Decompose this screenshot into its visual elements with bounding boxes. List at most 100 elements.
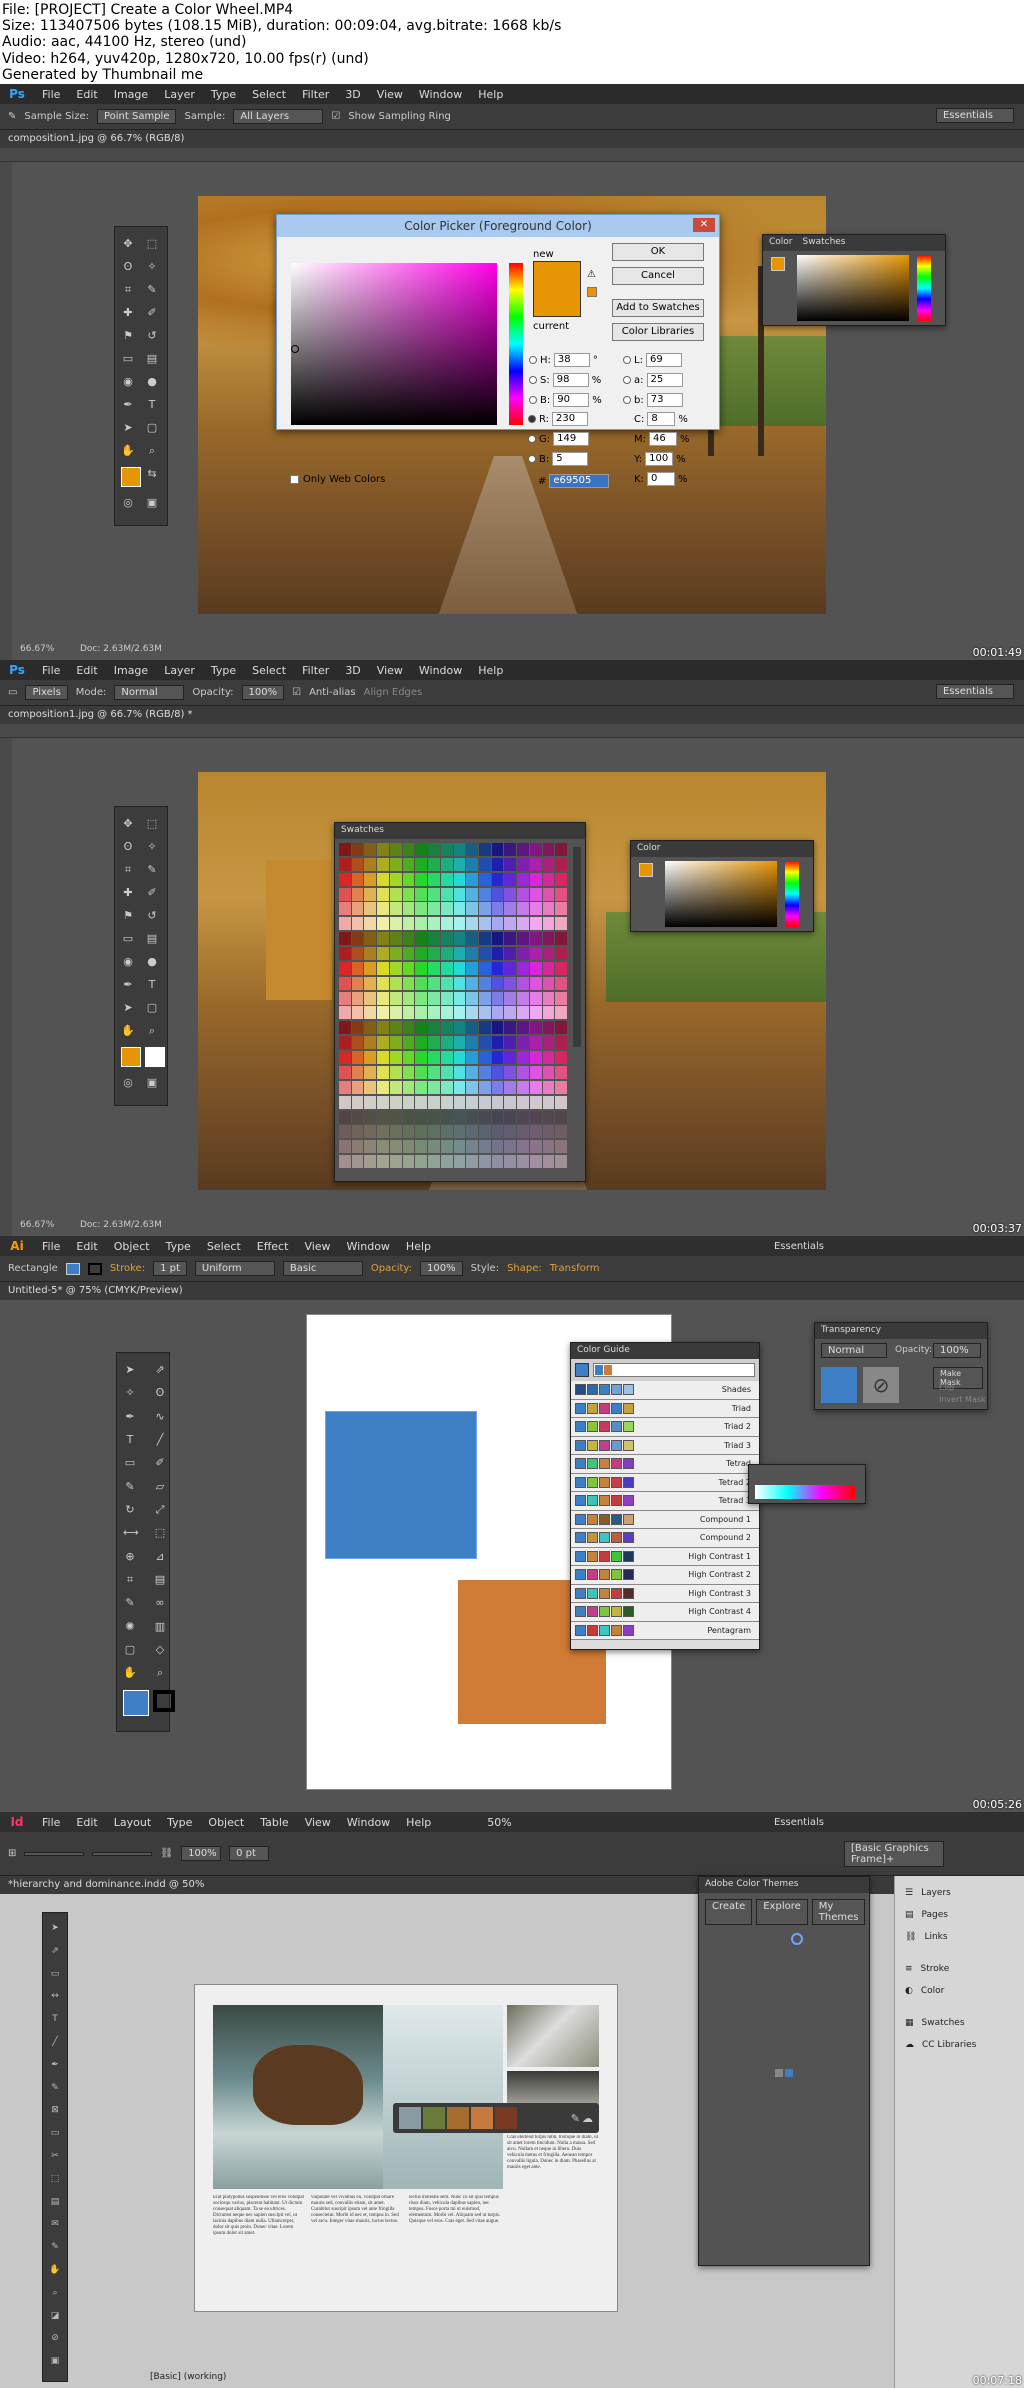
cancel-button[interactable]: Cancel xyxy=(612,267,704,285)
harmony-swatch[interactable] xyxy=(611,1458,622,1470)
zoom-level[interactable]: 50% xyxy=(479,1816,519,1829)
swatch-cell[interactable] xyxy=(491,1021,504,1035)
swatch-cell[interactable] xyxy=(517,932,529,946)
swatch-cell[interactable] xyxy=(351,872,364,886)
blue-input[interactable]: 5 xyxy=(552,452,589,466)
cyan-input[interactable]: 8 xyxy=(647,412,676,426)
panel-hue-slider[interactable] xyxy=(917,255,931,321)
harmony-swatch[interactable] xyxy=(587,1458,598,1470)
harmony-rule-row[interactable]: Triad 3 xyxy=(571,1436,759,1455)
zoom-tool-icon[interactable]: ⌕ xyxy=(145,444,159,458)
swatch-cell[interactable] xyxy=(542,857,555,871)
swatch-cell[interactable] xyxy=(364,1110,377,1124)
swatch-cell[interactable] xyxy=(377,1095,389,1109)
hand-tool-icon[interactable]: ✋ xyxy=(48,2263,62,2277)
swatch-cell[interactable] xyxy=(504,932,517,946)
move-tool-icon[interactable]: ✥ xyxy=(121,817,135,831)
swatch-cell[interactable] xyxy=(542,1095,555,1109)
harmony-swatch[interactable] xyxy=(575,1569,586,1581)
swatches-tab[interactable]: Swatches xyxy=(803,237,846,249)
harmony-swatch[interactable] xyxy=(599,1495,610,1507)
swatch-cell[interactable] xyxy=(339,1051,351,1065)
swatch-cell[interactable] xyxy=(478,991,491,1005)
swatch-cell[interactable] xyxy=(555,947,567,961)
transparency-tab[interactable]: Transparency xyxy=(821,1325,881,1337)
lasso-tool-icon[interactable]: ʘ xyxy=(121,840,135,854)
artboard-tool-icon[interactable]: ▢ xyxy=(123,1643,137,1657)
eyedropper-tool-icon[interactable]: ✎ xyxy=(123,1596,137,1610)
swatch-cell[interactable] xyxy=(428,947,440,961)
screen-mode-icon[interactable]: ▣ xyxy=(145,496,159,510)
swatch-cell[interactable] xyxy=(351,1021,364,1035)
swatch-cell[interactable] xyxy=(415,1155,428,1169)
shape-link[interactable]: Shape: xyxy=(507,1263,542,1274)
swatch-cell[interactable] xyxy=(466,857,478,871)
gap-tool-icon[interactable]: ↔ xyxy=(48,1989,62,2003)
menu-edit[interactable]: Edit xyxy=(68,1816,105,1829)
harmony-swatch[interactable] xyxy=(623,1624,634,1636)
swatch-cell[interactable] xyxy=(377,947,389,961)
swatch-cell[interactable] xyxy=(529,991,542,1005)
panel-fg-swatch[interactable] xyxy=(771,257,785,271)
swatch-cell[interactable] xyxy=(491,932,504,946)
swatch-cell[interactable] xyxy=(453,947,466,961)
swatch-cell[interactable] xyxy=(339,872,351,886)
swatch-cell[interactable] xyxy=(389,1021,402,1035)
harmony-swatch[interactable] xyxy=(575,1421,586,1433)
sample-select[interactable]: All Layers xyxy=(233,109,324,124)
swatch-cell[interactable] xyxy=(555,857,567,871)
swatch-cell[interactable] xyxy=(466,976,478,990)
harmony-swatch[interactable] xyxy=(575,1532,586,1544)
swatch-cell[interactable] xyxy=(542,947,555,961)
saturation-radio[interactable] xyxy=(529,376,537,384)
menu-help[interactable]: Help xyxy=(470,88,511,101)
saturation-field[interactable]: S: 98% xyxy=(529,373,601,387)
swatch-cell[interactable] xyxy=(529,1140,542,1154)
document-tab[interactable]: Untitled-5* @ 75% (CMYK/Preview) xyxy=(0,1282,1024,1300)
swatch-cell[interactable] xyxy=(415,1065,428,1079)
harmony-rule-row[interactable]: Triad xyxy=(571,1399,759,1418)
harmony-swatch[interactable] xyxy=(599,1513,610,1525)
swatch-cell[interactable] xyxy=(364,887,377,901)
swatch-cell[interactable] xyxy=(402,1036,415,1050)
swatch-cell[interactable] xyxy=(364,843,377,856)
curvature-icon[interactable]: ∿ xyxy=(153,1410,167,1424)
swatch-cell[interactable] xyxy=(440,1155,453,1169)
swatch-cell[interactable] xyxy=(478,843,491,856)
swatch-cell[interactable] xyxy=(555,1155,567,1169)
harmony-swatch[interactable] xyxy=(599,1550,610,1562)
width-tool-icon[interactable]: ⟷ xyxy=(123,1526,139,1540)
cyan-field[interactable]: C: 8% xyxy=(634,412,688,426)
lab-l-field[interactable]: L: 69 xyxy=(623,353,682,367)
swatch-cell[interactable] xyxy=(402,1140,415,1154)
swatch-cell[interactable] xyxy=(466,902,478,916)
green-field[interactable]: G: 149 xyxy=(528,432,590,446)
swatch-cell[interactable] xyxy=(517,872,529,886)
gradient-tool-icon[interactable]: ▤ xyxy=(145,352,159,366)
hand-tool-icon[interactable]: ✋ xyxy=(123,1666,137,1680)
swatch-cell[interactable] xyxy=(377,1021,389,1035)
swatch-cell[interactable] xyxy=(415,1125,428,1139)
stroke-color-swatch[interactable] xyxy=(153,1689,175,1712)
marquee-tool-icon[interactable]: ⬚ xyxy=(145,817,159,831)
swatch-cell[interactable] xyxy=(389,857,402,871)
harmony-swatch[interactable] xyxy=(587,1606,598,1618)
harmony-swatch[interactable] xyxy=(623,1495,634,1507)
swatch-cell[interactable] xyxy=(478,1110,491,1124)
swatch-cell[interactable] xyxy=(415,991,428,1005)
swatch-cell[interactable] xyxy=(529,947,542,961)
swatch-cell[interactable] xyxy=(415,1021,428,1035)
swatch-cell[interactable] xyxy=(478,1051,491,1065)
swatch-cell[interactable] xyxy=(377,961,389,975)
swatch-cell[interactable] xyxy=(415,932,428,946)
swatch-cell[interactable] xyxy=(478,1125,491,1139)
swatch-cell[interactable] xyxy=(415,857,428,871)
lab-a-field[interactable]: a: 25 xyxy=(623,373,683,387)
background-color-swatch[interactable] xyxy=(145,1047,165,1067)
swatch-cell[interactable] xyxy=(466,1080,478,1094)
variable-width[interactable]: Uniform xyxy=(194,1261,275,1276)
swatch-cell[interactable] xyxy=(491,991,504,1005)
stamp-tool-icon[interactable]: ⚑ xyxy=(121,909,135,923)
close-icon[interactable]: ✕ xyxy=(693,218,715,232)
swatch-cell[interactable] xyxy=(478,1021,491,1035)
